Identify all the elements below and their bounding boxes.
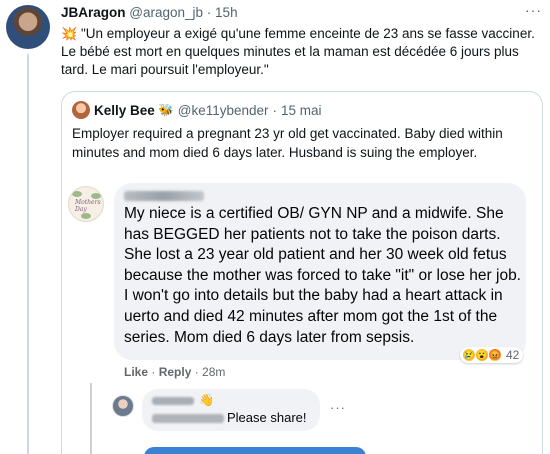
thread-line (27, 54, 29, 454)
reply-avatar (112, 395, 134, 417)
commenter-avatar: Mothers Day (68, 186, 104, 222)
wow-reaction-icon: 😮 (475, 348, 489, 362)
blue-button-partial (144, 447, 366, 454)
quote-avatar (72, 101, 90, 119)
more-options-icon[interactable]: ··· (525, 2, 542, 18)
reply-more-icon: ··· (330, 400, 346, 415)
quote-author: Kelly Bee (94, 102, 155, 118)
reply-text: Please share! (227, 410, 307, 425)
quote-time: 15 mai (281, 102, 322, 118)
tweet-header: JBAragon @aragon_jb · 15h (61, 5, 238, 20)
leaf-decoration (72, 191, 82, 197)
quote-handle: @ke11ybender (177, 102, 269, 118)
reply-link: Reply (158, 365, 192, 379)
blurred-commenter-name (124, 191, 204, 201)
leaf-decoration (81, 213, 91, 219)
author-avatar[interactable] (6, 5, 50, 49)
tweet-text: 💥 "Un employeur a exigé qu'une femme enc… (61, 25, 543, 79)
like-link: Like (124, 365, 149, 379)
tweet-time[interactable]: 15h (215, 5, 238, 20)
blurred-mention (152, 414, 224, 423)
embedded-image[interactable]: Mothers Day My niece is a certified OB/ … (62, 169, 542, 454)
separator: · (272, 102, 278, 118)
avatar-text: Mothers Day (75, 199, 101, 213)
comment-time: 28m (202, 365, 226, 379)
author-handle[interactable]: @aragon_jb (129, 5, 203, 20)
reaction-count: 42 (506, 348, 520, 362)
angry-reaction-icon: 😡 (488, 348, 502, 362)
comment-text: My niece is a certified OB/ GYN NP and a… (124, 205, 521, 346)
separator: · (191, 365, 203, 379)
collision-icon: 💥 (61, 26, 78, 41)
bee-icon: 🐝 (158, 103, 174, 117)
author-name[interactable]: JBAragon (61, 5, 126, 20)
reply-thread-line (90, 383, 92, 454)
reaction-summary: 😢 😮 😡 42 (460, 347, 524, 363)
quoted-tweet[interactable]: Kelly Bee 🐝 @ke11ybender · 15 mai Employ… (61, 91, 543, 454)
comment-actions: Like · Reply · 28m (124, 365, 225, 379)
blurred-reply-name (152, 397, 194, 405)
separator: · (148, 365, 159, 379)
separator: · (203, 5, 216, 20)
sad-reaction-icon: 😢 (462, 348, 476, 362)
quote-text: Employer required a pregnant 23 yr old g… (72, 126, 503, 160)
quote-header: Kelly Bee 🐝 @ke11ybender · 15 mai (72, 101, 322, 119)
wave-icon: 👋 (199, 393, 214, 407)
tweet-body: "Un employeur a exigé qu'une femme encei… (61, 26, 535, 77)
